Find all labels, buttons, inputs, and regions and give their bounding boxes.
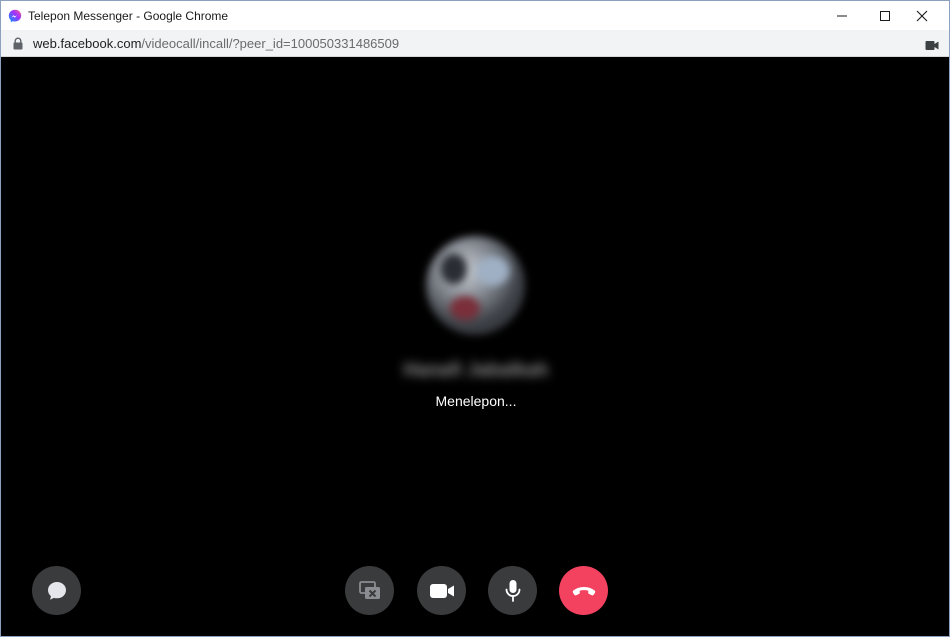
- url-path: /videocall/incall/?peer_id=1000503314865…: [141, 36, 400, 51]
- avatar-accent: [450, 296, 480, 320]
- messenger-icon: [8, 9, 22, 23]
- call-status: Menelepon...: [435, 393, 517, 409]
- chat-bubble-icon: [47, 581, 66, 600]
- minimize-button[interactable]: [822, 1, 862, 30]
- chat-button[interactable]: [32, 566, 81, 615]
- address-bar[interactable]: web.facebook.com/videocall/incall/?peer_…: [1, 30, 949, 57]
- video-button[interactable]: [417, 566, 466, 615]
- video-camera-icon: [429, 583, 454, 598]
- close-icon: [916, 10, 928, 21]
- lock-icon[interactable]: [12, 37, 24, 50]
- maximize-button[interactable]: [865, 1, 905, 30]
- camera-icon[interactable]: [925, 38, 939, 50]
- title-bar[interactable]: Telepon Messenger - Google Chrome: [1, 1, 949, 30]
- window-title: Telepon Messenger - Google Chrome: [28, 9, 229, 23]
- avatar-shade: [441, 254, 467, 284]
- end-call-button[interactable]: [559, 566, 608, 615]
- url-text[interactable]: web.facebook.com/videocall/incall/?peer_…: [33, 36, 399, 51]
- avatar-highlight: [476, 256, 510, 286]
- phone-hangup-icon: [572, 586, 595, 595]
- caller-name: Hanafi Jabalkah: [403, 360, 549, 381]
- close-button[interactable]: [902, 1, 942, 30]
- screen-share-off-icon: [358, 580, 380, 599]
- browser-window: Telepon Messenger - Google Chrome web.fa…: [0, 0, 950, 637]
- microphone-button[interactable]: [488, 566, 537, 615]
- url-host: web.facebook.com: [33, 36, 142, 51]
- caller-avatar: [426, 236, 525, 335]
- maximize-icon: [880, 10, 890, 21]
- video-call-stage: Hanafi Jabalkah Menelepon...: [1, 58, 949, 636]
- minimize-icon: [837, 15, 847, 16]
- microphone-icon: [505, 579, 520, 602]
- screen-share-button[interactable]: [345, 566, 394, 615]
